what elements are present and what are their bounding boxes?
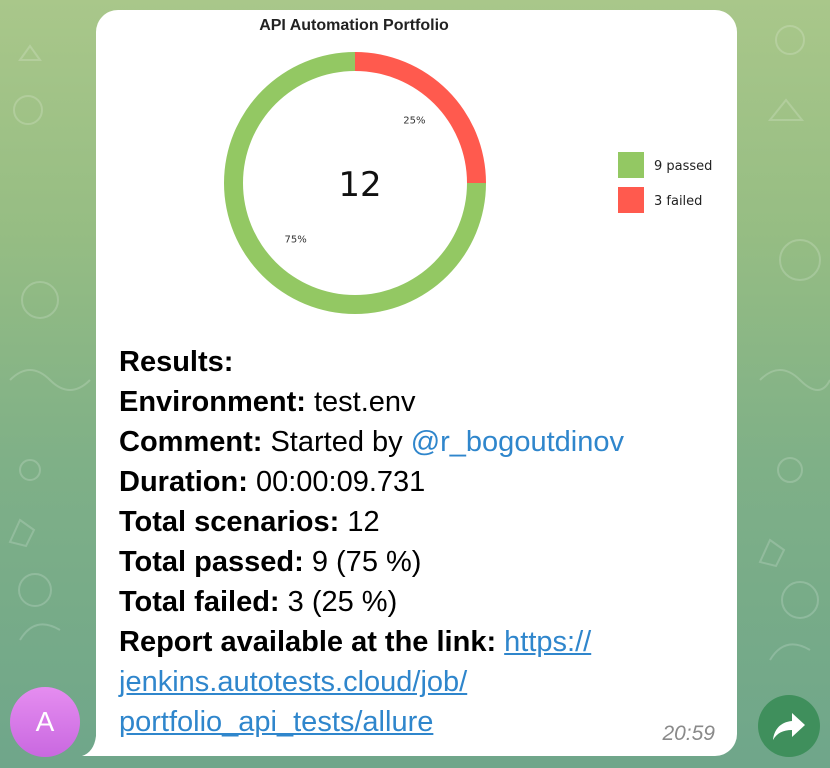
percent-label-failed: 25% <box>403 116 425 127</box>
comment-line: Comment: Started by @r_bogoutdinov <box>119 426 624 458</box>
mention-link[interactable]: @r_bogoutdinov <box>411 426 624 458</box>
legend-label-failed: 3 failed <box>654 194 702 209</box>
avatar-letter: A <box>35 706 55 737</box>
legend-swatch-failed <box>618 187 644 213</box>
report-link-part-1[interactable]: https:// <box>504 626 591 658</box>
failed-line: Total failed: 3 (25 %) <box>119 586 398 618</box>
user-avatar[interactable]: A <box>10 687 80 757</box>
report-link-part-2[interactable]: jenkins.autotests.cloud/job/ <box>119 666 467 698</box>
message-bubble[interactable]: API Automation Portfolio 12 25% 75% 9 pas… <box>96 10 737 756</box>
share-button[interactable] <box>758 695 820 757</box>
legend-label-passed: 9 passed <box>654 159 712 174</box>
percent-label-passed: 75% <box>284 234 306 245</box>
share-arrow-icon <box>773 713 805 740</box>
report-line: Report available at the link: https:// <box>119 626 592 658</box>
donut-chart: API Automation Portfolio 12 25% 75% 9 pas… <box>224 17 712 314</box>
chart-title: API Automation Portfolio <box>259 17 449 34</box>
results-heading: Results: <box>119 346 234 378</box>
legend-swatch-passed <box>618 152 644 178</box>
passed-line: Total passed: 9 (75 %) <box>119 546 422 578</box>
environment-line: Environment: test.env <box>119 386 416 418</box>
report-link-line-3: portfolio_api_tests/allure <box>119 702 719 742</box>
report-link-line-2: jenkins.autotests.cloud/job/ <box>119 662 719 702</box>
results-message: Results: Environment: test.env Comment: … <box>119 342 719 742</box>
chart-center-total: 12 <box>338 165 381 205</box>
duration-line: Duration: 00:00:09.731 <box>119 466 426 498</box>
report-link-part-3[interactable]: portfolio_api_tests/allure <box>119 706 433 738</box>
message-timestamp: 20:59 <box>662 722 715 745</box>
scenarios-line: Total scenarios: 12 <box>119 506 380 538</box>
